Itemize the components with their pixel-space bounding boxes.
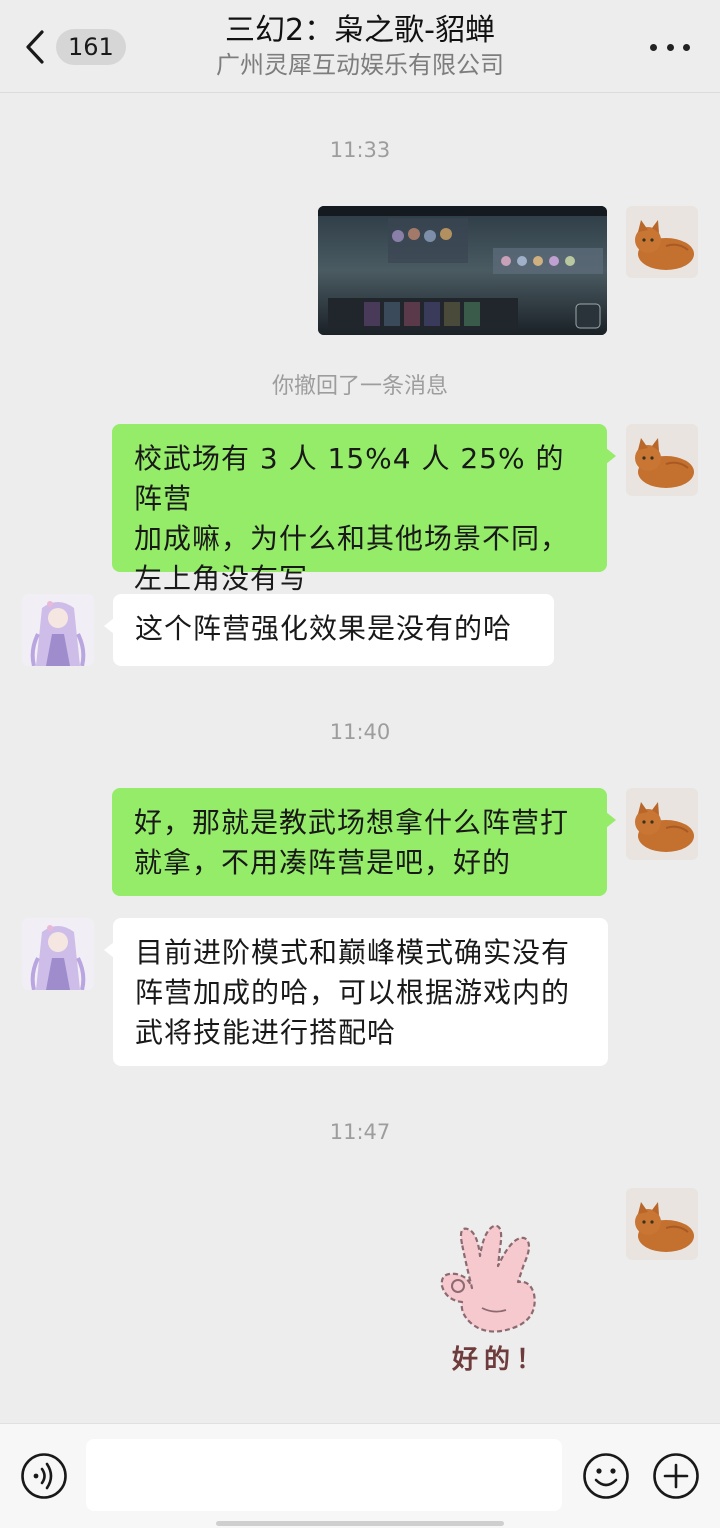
message-line: 阵营加成的哈，可以根据游戏内的: [135, 976, 571, 1009]
title-block: 三幻2：枭之歌-貂蝉 广州灵犀互动娱乐有限公司: [120, 12, 600, 80]
more-dots-icon: [650, 43, 657, 51]
anime-girl-avatar-icon: [22, 594, 94, 666]
chat-screen: 161 三幻2：枭之歌-貂蝉 广州灵犀互动娱乐有限公司 11:33 你撤回了一条…: [0, 0, 720, 1528]
message-timestamp: 11:47: [329, 1120, 391, 1144]
voice-icon[interactable]: [20, 1452, 68, 1500]
message-line: 这个阵营强化效果是没有的哈: [135, 612, 513, 645]
chevron-left-icon: [26, 30, 44, 64]
ok-hand-sticker: 好的！: [440, 1224, 548, 1375]
input-bar: [0, 1423, 720, 1528]
game-screenshot-thumbnail: [318, 206, 607, 335]
message-line: 校武场有 3 人 15%4 人 25% 的阵营: [134, 442, 565, 515]
plus-icon[interactable]: [652, 1452, 700, 1500]
message-timestamp: 11:40: [329, 720, 391, 744]
message-line: 目前进阶模式和巅峰模式确实没有: [135, 936, 571, 969]
chat-header: 161 三幻2：枭之歌-貂蝉 广州灵犀互动娱乐有限公司: [0, 0, 720, 93]
message-timestamp: 11:33: [329, 138, 391, 162]
emoji-icon[interactable]: [582, 1452, 630, 1500]
recall-notice: 你撤回了一条消息: [271, 374, 448, 399]
my-avatar[interactable]: [626, 424, 698, 496]
sticker-message[interactable]: 好的！: [432, 1216, 572, 1386]
unread-count-badge: 161: [56, 29, 126, 65]
back-button[interactable]: 161: [22, 22, 126, 72]
my-avatar[interactable]: [626, 1188, 698, 1260]
my-avatar[interactable]: [626, 788, 698, 860]
contact-avatar[interactable]: [22, 594, 94, 666]
message-line: 左上角没有写: [134, 562, 309, 595]
cat-avatar-icon: [626, 1188, 698, 1260]
cat-avatar-icon: [626, 424, 698, 496]
cat-avatar-icon: [626, 788, 698, 860]
incoming-message[interactable]: 目前进阶模式和巅峰模式确实没有 阵营加成的哈，可以根据游戏内的 武将技能进行搭配…: [104, 918, 608, 1066]
chat-subtitle: 广州灵犀互动娱乐有限公司: [216, 51, 504, 79]
cat-avatar-icon: [626, 206, 698, 278]
outgoing-message[interactable]: 好，那就是教武场想拿什么阵营打 就拿，不用凑阵营是吧，好的: [112, 788, 616, 896]
message-line: 好，那就是教武场想拿什么阵营打: [134, 806, 570, 839]
message-line: 武将技能进行搭配哈: [135, 1016, 397, 1049]
incoming-message[interactable]: 这个阵营强化效果是没有的哈: [104, 594, 554, 666]
more-options-button[interactable]: [650, 32, 690, 62]
chat-title: 三幻2：枭之歌-貂蝉: [225, 13, 495, 48]
my-avatar[interactable]: [626, 206, 698, 278]
message-input[interactable]: [86, 1439, 562, 1511]
message-line: 加成嘛，为什么和其他场景不同，: [134, 522, 570, 555]
outgoing-message[interactable]: 校武场有 3 人 15%4 人 25% 的阵营 加成嘛，为什么和其他场景不同， …: [112, 424, 616, 595]
message-line: 就拿，不用凑阵营是吧，好的: [134, 846, 512, 879]
home-indicator: [216, 1521, 504, 1526]
anime-girl-avatar-icon: [22, 918, 94, 990]
contact-avatar[interactable]: [22, 918, 94, 990]
image-message[interactable]: [318, 206, 607, 335]
sticker-caption: 好的！: [451, 1344, 548, 1375]
